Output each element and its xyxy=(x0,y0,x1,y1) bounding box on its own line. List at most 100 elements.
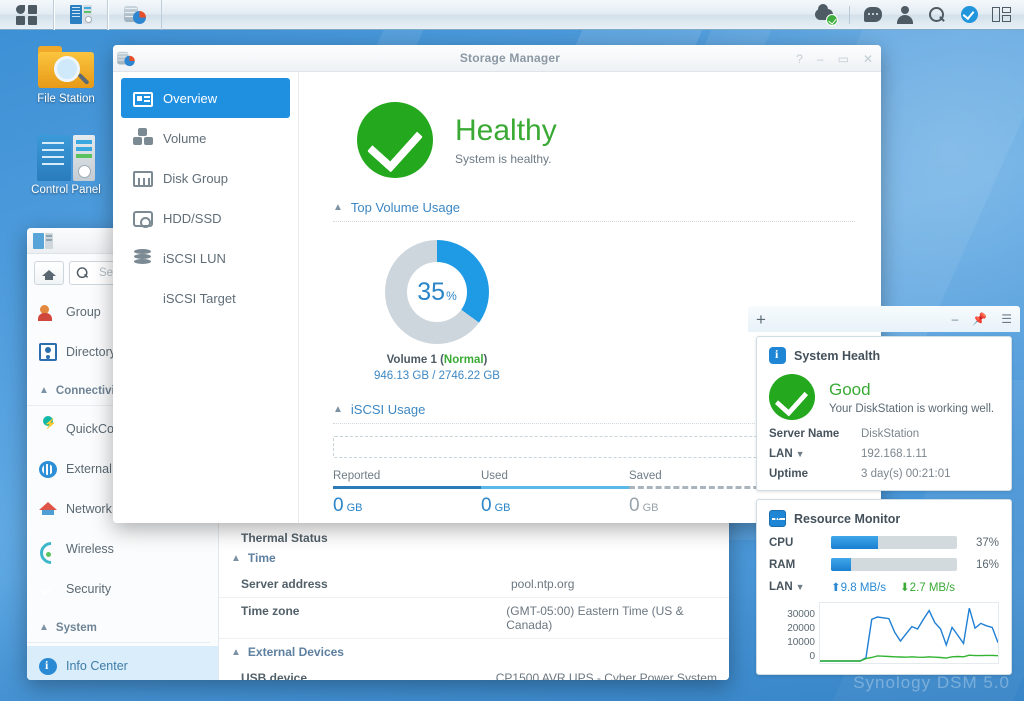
widget-panel-header: + – 📌 ☰ xyxy=(748,306,1020,332)
ram-percent: 16% xyxy=(975,558,999,571)
lan-throughput: ⬆9.8 MB/s ⬇2.7 MB/s xyxy=(831,580,955,594)
options-button[interactable] xyxy=(954,0,984,30)
green-check-icon xyxy=(357,102,433,178)
sidebar-item-volume[interactable]: Volume xyxy=(121,118,290,158)
network-icon xyxy=(39,501,57,517)
lan-traffic-chart: 30000 20000 10000 0 xyxy=(769,602,999,664)
stat-reported: Reported 0 GB xyxy=(333,470,481,517)
iscsi-target-icon xyxy=(133,288,153,308)
section-external-devices[interactable]: ▲ External Devices xyxy=(219,639,729,665)
widget-options-button[interactable]: ☰ xyxy=(1001,312,1012,326)
sidebar-item-label: Disk Group xyxy=(163,170,229,186)
lan-row: LAN ▼ ⬆9.8 MB/s ⬇2.7 MB/s xyxy=(769,580,999,594)
chevron-up-icon: ▲ xyxy=(39,385,49,396)
volume-name-text: Volume 1 ( xyxy=(386,354,444,366)
detail-row-server-name: Server Name DiskStation xyxy=(769,428,999,440)
sidebar-item-info-center[interactable]: Info Center xyxy=(27,646,218,680)
stat-used: Used 0 GB xyxy=(481,470,629,517)
home-button[interactable] xyxy=(34,261,64,285)
add-widget-button[interactable]: + xyxy=(756,311,766,328)
hdd-ssd-icon xyxy=(133,211,153,228)
panel-layout-icon xyxy=(991,7,1011,22)
storage-manager-icon xyxy=(124,5,146,24)
widgets-button[interactable] xyxy=(986,0,1016,30)
desktop-icon-control-panel[interactable]: Control Panel xyxy=(18,135,114,196)
detail-key: Server Name xyxy=(769,428,840,440)
taskbar-item-control-panel[interactable] xyxy=(54,0,108,30)
detail-key[interactable]: LAN ▼ xyxy=(769,448,861,460)
system-health-details: Server Name DiskStation LAN ▼ 192.168.1.1… xyxy=(769,428,999,480)
desktop-icon-label: File Station xyxy=(37,93,95,105)
lan-label[interactable]: LAN ▼ xyxy=(769,581,831,593)
cpu-row: CPU 37% xyxy=(769,536,999,549)
sidebar-item-iscsi-lun[interactable]: iSCSI LUN xyxy=(121,238,290,278)
system-health-status-row: Good Your DiskStation is working well. xyxy=(769,374,999,420)
control-panel-icon xyxy=(33,232,53,249)
sidebar-group-system[interactable]: ▲ System xyxy=(27,613,210,643)
stat-label: Used xyxy=(481,470,508,482)
storage-manager-icon xyxy=(113,49,139,68)
minimize-button[interactable]: – xyxy=(817,53,824,65)
desktop-icon-file-station[interactable]: File Station xyxy=(18,44,114,105)
grid-menu-icon xyxy=(15,4,38,25)
iscsi-lun-icon xyxy=(133,248,153,268)
sidebar-item-security[interactable]: Security xyxy=(27,569,218,609)
taskbar-item-storage-manager[interactable] xyxy=(108,0,162,30)
help-button[interactable]: ? xyxy=(796,53,803,65)
upload-value: 9.8 MB/s xyxy=(840,582,887,594)
pin-widgets-button[interactable]: 📌 xyxy=(972,312,987,326)
widget-title-row: System Health xyxy=(769,347,999,364)
taskbar-divider xyxy=(849,5,850,24)
table-row: Time zone (GMT-05:00) Eastern Time (US &… xyxy=(219,598,729,639)
main-menu-button[interactable] xyxy=(0,0,54,30)
donut-percent-value: 35 xyxy=(417,277,446,306)
taskbar xyxy=(0,0,1024,30)
chevron-up-icon: ▲ xyxy=(333,202,343,213)
storage-manager-titlebar[interactable]: Storage Manager ? – ▭ ✕ xyxy=(113,45,881,72)
chart-y-axis: 30000 20000 10000 0 xyxy=(769,608,815,664)
lan-label-text: LAN xyxy=(769,581,793,593)
section-time[interactable]: ▲ Time xyxy=(219,545,729,571)
stat-value: 0 GB xyxy=(481,495,629,517)
close-button[interactable]: ✕ xyxy=(863,53,873,65)
cpu-label: CPU xyxy=(769,536,794,549)
minimize-widgets-button[interactable]: – xyxy=(952,312,959,326)
table-row: USB device CP1500 AVR UPS - Cyber Power … xyxy=(219,665,729,680)
sidebar-item-iscsi-target[interactable]: iSCSI Target xyxy=(121,278,290,318)
section-top-volume-usage[interactable]: ▲ Top Volume Usage xyxy=(333,200,855,215)
health-status: Healthy xyxy=(455,114,557,147)
sidebar-item-disk-group[interactable]: Disk Group xyxy=(121,158,290,198)
cpu-bar xyxy=(831,536,957,549)
security-icon xyxy=(39,580,57,598)
row-value: CP1500 AVR UPS - Cyber Power System, Inc… xyxy=(495,671,721,680)
taskbar-left-group xyxy=(0,0,162,30)
storage-manager-sidebar: Overview Volume Disk Group HDD/SSD iSCSI… xyxy=(113,72,299,523)
sidebar-item-wireless[interactable]: Wireless xyxy=(27,529,218,569)
system-health-status: Good xyxy=(829,379,871,399)
maximize-button[interactable]: ▭ xyxy=(838,53,849,65)
section-title: Top Volume Usage xyxy=(350,200,461,215)
search-button[interactable] xyxy=(922,0,952,30)
notifications-button[interactable] xyxy=(858,0,888,30)
volume-name-close: ) xyxy=(483,354,488,366)
chart-plot-area xyxy=(819,602,999,664)
system-health-description: Your DiskStation is working well. xyxy=(829,402,995,415)
control-panel-icon xyxy=(70,5,92,24)
chevron-up-icon: ▲ xyxy=(39,622,49,633)
volume-status: Normal xyxy=(443,354,484,366)
user-menu-button[interactable] xyxy=(890,0,920,30)
stat-unit: GB xyxy=(494,502,511,514)
window-controls: ? – ▭ ✕ xyxy=(796,45,873,72)
home-icon xyxy=(42,267,56,280)
sidebar-group-label: Connectivi xyxy=(55,384,115,397)
sidebar-item-label: External xyxy=(66,462,112,476)
system-health-widget: System Health Good Your DiskStation is w… xyxy=(756,336,1012,491)
sidebar-item-hdd-ssd[interactable]: HDD/SSD xyxy=(121,198,290,238)
stat-value: 0 GB xyxy=(333,495,481,517)
sidebar-item-label: Wireless xyxy=(66,542,114,556)
update-status-button[interactable] xyxy=(811,0,841,30)
sidebar-item-overview[interactable]: Overview xyxy=(121,78,290,118)
detail-value: 192.168.1.11 xyxy=(861,448,928,460)
sidebar-item-label: Info Center xyxy=(66,659,128,673)
ram-bar xyxy=(831,558,957,571)
